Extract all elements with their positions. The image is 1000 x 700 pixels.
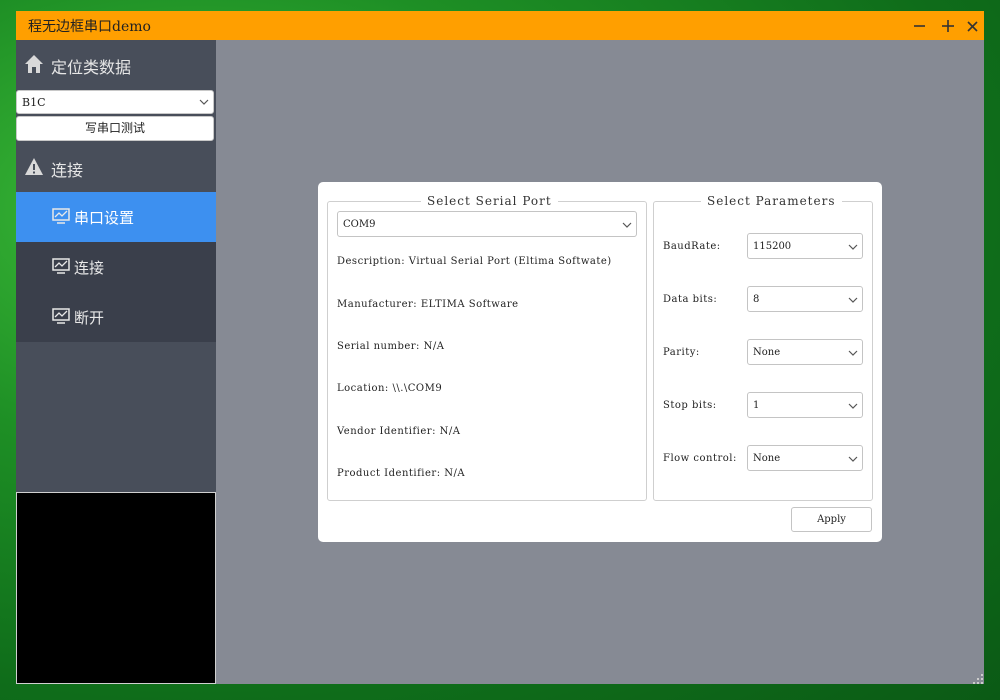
- nav-item-label: 连接: [74, 259, 105, 277]
- minimize-button[interactable]: [909, 14, 931, 36]
- data-type-select[interactable]: B1C: [16, 90, 214, 114]
- chevron-down-icon: [848, 350, 858, 356]
- parity-select[interactable]: None: [747, 339, 863, 365]
- parity-label: Parity:: [663, 347, 700, 358]
- write-serial-test-button[interactable]: 写串口测试: [16, 116, 214, 141]
- positioning-section-title: 定位类数据: [51, 58, 132, 77]
- chevron-down-icon: [848, 244, 858, 250]
- apply-button[interactable]: Apply: [791, 507, 872, 532]
- data-bits-value: 8: [753, 294, 760, 305]
- port-description: Description: Virtual Serial Port (Eltima…: [337, 256, 612, 267]
- monitor-chart-icon: [52, 308, 70, 324]
- nav-item-disconnect[interactable]: 断开: [16, 292, 216, 342]
- maximize-button[interactable]: [937, 14, 959, 36]
- app-window: 程无边框串口demo 定位类数据 B1C 写串口测试 连接 串口设置 连接 断开…: [16, 11, 984, 684]
- port-product-id: Product Identifier: N/A: [337, 468, 466, 479]
- flow-control-value: None: [753, 453, 781, 464]
- connect-section-title: 连接: [51, 161, 84, 180]
- stop-bits-select[interactable]: 1: [747, 392, 863, 418]
- port-serial-number: Serial number: N/A: [337, 341, 445, 352]
- serial-port-select[interactable]: COM9: [337, 211, 637, 237]
- parameters-group-title: Select Parameters: [701, 194, 842, 208]
- connect-section-header[interactable]: 连接: [16, 143, 216, 191]
- baudrate-value: 115200: [753, 241, 792, 252]
- home-icon: [25, 55, 43, 73]
- stop-bits-value: 1: [753, 400, 760, 411]
- stop-bits-label: Stop bits:: [663, 400, 717, 411]
- flow-control-select[interactable]: None: [747, 445, 863, 471]
- nav-item-serial-settings[interactable]: 串口设置: [16, 192, 216, 242]
- warning-icon: [25, 158, 43, 175]
- window-title: 程无边框串口demo: [28, 19, 151, 35]
- serial-port-select-value: COM9: [343, 219, 376, 230]
- data-type-select-value: B1C: [22, 96, 46, 109]
- nav-item-label: 串口设置: [74, 209, 135, 227]
- chevron-down-icon: [622, 222, 632, 228]
- close-button[interactable]: [961, 14, 983, 36]
- data-bits-label: Data bits:: [663, 294, 718, 305]
- flow-control-label: Flow control:: [663, 453, 737, 464]
- nav-item-connect[interactable]: 连接: [16, 242, 216, 292]
- parameters-group: Select Parameters BaudRate: 115200 Data …: [653, 194, 873, 501]
- parity-value: None: [753, 347, 781, 358]
- chevron-down-icon: [848, 456, 858, 462]
- serial-port-group: Select Serial Port COM9 Description: Vir…: [327, 194, 647, 501]
- positioning-section-header[interactable]: 定位类数据: [16, 40, 216, 88]
- close-icon: [967, 21, 978, 32]
- title-bar[interactable]: 程无边框串口demo: [16, 11, 984, 40]
- baudrate-label: BaudRate:: [663, 241, 721, 252]
- serial-settings-dialog: Select Serial Port COM9 Description: Vir…: [318, 182, 882, 542]
- nav-item-label: 断开: [74, 309, 105, 327]
- serial-port-group-title: Select Serial Port: [421, 194, 558, 208]
- minimize-icon: [914, 25, 925, 27]
- monitor-chart-icon: [52, 208, 70, 224]
- plus-icon: [942, 20, 954, 32]
- chevron-down-icon: [199, 99, 209, 105]
- port-manufacturer: Manufacturer: ELTIMA Software: [337, 299, 519, 310]
- sidebar: 定位类数据 B1C 写串口测试 连接 串口设置 连接 断开: [16, 40, 216, 684]
- resize-grip-icon[interactable]: [971, 672, 985, 686]
- port-location: Location: \\.\COM9: [337, 383, 443, 394]
- preview-panel: [16, 492, 216, 684]
- monitor-chart-icon: [52, 258, 70, 274]
- port-vendor-id: Vendor Identifier: N/A: [337, 426, 461, 437]
- baudrate-select[interactable]: 115200: [747, 233, 863, 259]
- chevron-down-icon: [848, 297, 858, 303]
- chevron-down-icon: [848, 403, 858, 409]
- data-bits-select[interactable]: 8: [747, 286, 863, 312]
